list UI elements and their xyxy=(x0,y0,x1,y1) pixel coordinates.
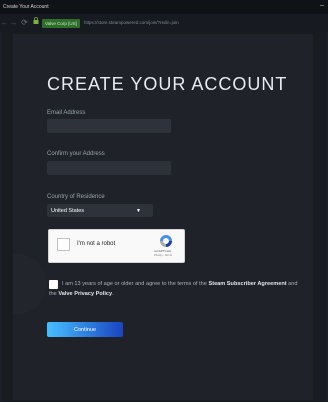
continue-button[interactable]: Continue xyxy=(47,322,123,337)
certificate-badge[interactable]: Valve Corp [US] xyxy=(42,18,80,28)
age-agreement-text: I am 13 years of age or older and agree … xyxy=(49,279,303,299)
chevron-down-icon: ▼ xyxy=(136,207,141,214)
forward-arrow-icon[interactable]: → xyxy=(9,14,18,32)
email-field[interactable] xyxy=(47,119,171,133)
country-select-value: United States xyxy=(51,207,85,214)
recaptcha-checkbox[interactable] xyxy=(57,238,70,251)
browser-navbar: ← → ⟳ Valve Corp [US] https://store.stea… xyxy=(0,14,328,32)
window-title: Create Your Account xyxy=(3,4,49,10)
recaptcha-widget: I'm not a robot reCAPTCHA Privacy - Term… xyxy=(48,229,185,263)
reload-icon[interactable]: ⟳ xyxy=(20,14,29,32)
window-titlebar: Create Your Account – xyxy=(0,0,328,14)
email-label: Email Address xyxy=(47,110,86,116)
recaptcha-logo-icon xyxy=(160,235,172,247)
country-select[interactable]: United States ▼ xyxy=(47,204,153,217)
page-title: CREATE YOUR ACCOUNT xyxy=(47,74,288,94)
recaptcha-privacy-terms[interactable]: Privacy - Terms xyxy=(154,254,172,257)
ssa-link[interactable]: Steam Subscriber Agreement xyxy=(208,281,286,287)
back-arrow-icon[interactable]: ← xyxy=(0,14,9,32)
minimize-button[interactable]: – xyxy=(320,1,324,11)
confirm-email-field[interactable] xyxy=(47,161,171,175)
agreement-suffix: . xyxy=(112,291,114,297)
recaptcha-label: I'm not a robot xyxy=(77,241,116,247)
confirm-email-label: Confirm your Address xyxy=(47,151,105,157)
lock-icon xyxy=(33,14,39,32)
recaptcha-brand: reCAPTCHA xyxy=(154,249,172,253)
agreement-prefix: I am 13 years of age or older and agree … xyxy=(62,281,207,287)
country-label: Country of Residence xyxy=(47,194,105,200)
url-bar[interactable]: https://store.steampowered.com/join/?red… xyxy=(84,14,179,32)
privacy-policy-link[interactable]: Valve Privacy Policy xyxy=(58,291,112,297)
